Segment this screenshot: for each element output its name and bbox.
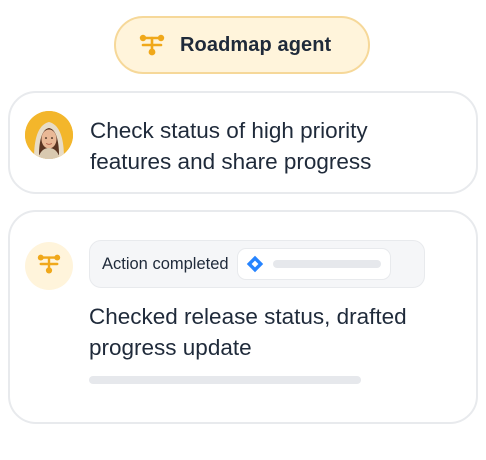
placeholder-bar xyxy=(89,376,361,384)
action-status-label: Action completed xyxy=(102,254,229,273)
jira-icon xyxy=(245,254,265,274)
user-avatar xyxy=(25,111,73,159)
workflow-branch-icon xyxy=(138,31,166,59)
agent-name: Roadmap agent xyxy=(180,33,332,56)
tool-reference-pill[interactable] xyxy=(236,248,391,280)
agent-name-pill: Roadmap agent xyxy=(114,16,370,74)
agent-message-text: Checked release status, drafted progress… xyxy=(89,304,407,360)
action-status-chip: Action completed xyxy=(89,240,425,288)
user-message-card: Check status of high priority features a… xyxy=(8,91,478,194)
agent-response-card: Action completed Checked release status,… xyxy=(8,210,478,424)
agent-avatar xyxy=(25,242,73,290)
placeholder-bar xyxy=(272,260,381,268)
workflow-branch-icon xyxy=(37,253,61,280)
user-message-text: Check status of high priority features a… xyxy=(90,118,372,174)
